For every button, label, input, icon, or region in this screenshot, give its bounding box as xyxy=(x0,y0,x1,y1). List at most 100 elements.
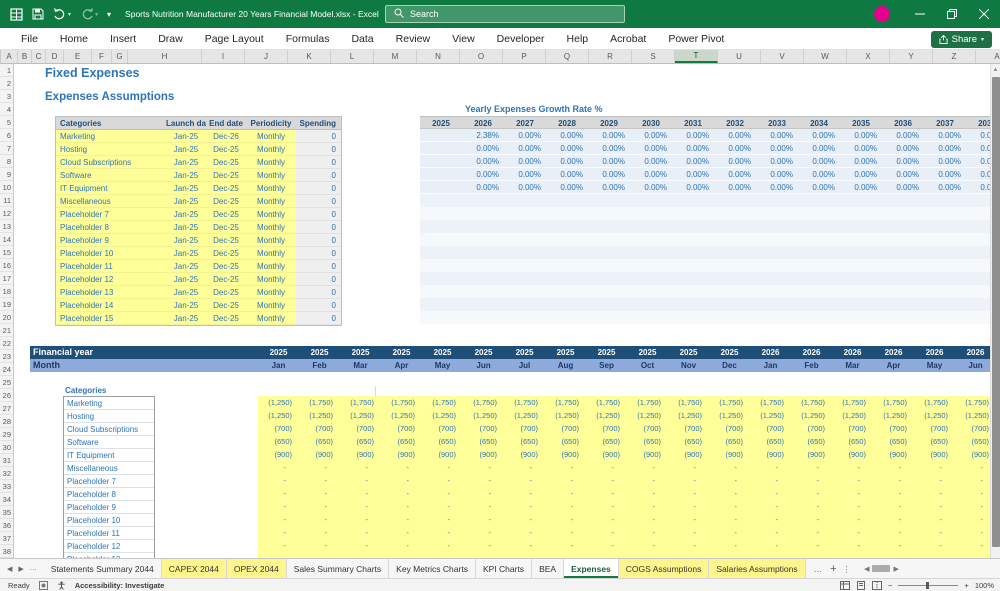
growth-rate-cell[interactable]: 0.00% xyxy=(882,155,924,167)
row-header-17[interactable]: 17 xyxy=(0,272,13,285)
growth-rate-cell[interactable]: 0.00% xyxy=(714,181,756,193)
zoom-in-button[interactable]: + xyxy=(964,581,968,590)
growth-year-header[interactable]: 2035 xyxy=(840,117,882,128)
row-header-29[interactable]: 29 xyxy=(0,428,13,441)
row-header-33[interactable]: 33 xyxy=(0,480,13,493)
sheet-tab-salaries-assumptions[interactable]: Salaries Assumptions xyxy=(709,559,806,578)
column-header-A-26[interactable]: A xyxy=(976,50,1000,63)
row-header-18[interactable]: 18 xyxy=(0,285,13,298)
growth-rate-cell[interactable]: 0.00% xyxy=(924,129,966,141)
monthly-category-cell[interactable]: Cloud Subscriptions xyxy=(64,423,154,436)
monthly-value-cell[interactable]: - xyxy=(381,500,422,513)
ribbon-tab-acrobat[interactable]: Acrobat xyxy=(599,28,657,50)
row-header-7[interactable]: 7 xyxy=(0,142,13,155)
month-cell[interactable]: Oct xyxy=(627,359,668,372)
month-cell[interactable]: Jun xyxy=(955,359,990,372)
growth-rate-cell[interactable]: 0.00% xyxy=(756,181,798,193)
monthly-value-cell[interactable]: (650) xyxy=(381,435,422,448)
monthly-value-cell[interactable]: (1,250) xyxy=(750,409,791,422)
ribbon-tab-view[interactable]: View xyxy=(441,28,486,50)
monthly-value-cell[interactable]: (700) xyxy=(709,422,750,435)
assumptions-category-cell[interactable]: Placeholder 7 xyxy=(56,208,166,221)
growth-empty-row[interactable] xyxy=(420,220,990,233)
assumptions-spending-cell[interactable]: 0 xyxy=(296,169,341,182)
redo-icon[interactable]: ▾ xyxy=(80,6,98,22)
section-title[interactable]: Expenses Assumptions xyxy=(45,91,174,103)
monthly-value-cell[interactable]: - xyxy=(791,474,832,487)
restore-button[interactable] xyxy=(936,0,968,28)
fy-year-cell[interactable]: 2025 xyxy=(258,346,299,359)
ribbon-tab-formulas[interactable]: Formulas xyxy=(275,28,341,50)
column-header-O-14[interactable]: O xyxy=(460,50,503,63)
growth-year-header[interactable]: 2031 xyxy=(672,117,714,128)
monthly-value-cell[interactable]: - xyxy=(463,500,504,513)
growth-year-header[interactable]: 2036 xyxy=(882,117,924,128)
monthly-value-cell[interactable]: - xyxy=(504,500,545,513)
horizontal-scrollbar-thumb[interactable] xyxy=(872,565,891,572)
row-header-22[interactable]: 22 xyxy=(0,337,13,350)
assumptions-category-cell[interactable]: Placeholder 14 xyxy=(56,299,166,312)
monthly-value-cell[interactable]: (1,250) xyxy=(340,409,381,422)
monthly-value-cell[interactable]: (900) xyxy=(791,448,832,461)
column-header-W-22[interactable]: W xyxy=(804,50,847,63)
row-header-25[interactable]: 25 xyxy=(0,376,13,389)
growth-rate-cell[interactable]: 0.00% xyxy=(966,155,990,167)
monthly-value-cell[interactable]: (650) xyxy=(504,435,545,448)
assumptions-end-cell[interactable]: Dec-25 xyxy=(206,221,246,234)
monthly-value-cell[interactable]: (650) xyxy=(914,435,955,448)
monthly-value-cell[interactable]: - xyxy=(545,513,586,526)
monthly-value-cell[interactable]: - xyxy=(832,500,873,513)
monthly-value-cell[interactable]: (900) xyxy=(914,448,955,461)
monthly-value-cell[interactable]: - xyxy=(832,539,873,552)
monthly-value-cell[interactable]: - xyxy=(791,461,832,474)
column-header-C-2[interactable]: C xyxy=(32,50,46,63)
fy-year-cell[interactable]: 2025 xyxy=(504,346,545,359)
monthly-value-cell[interactable]: (650) xyxy=(340,435,381,448)
new-sheet-button[interactable]: + xyxy=(830,563,836,575)
monthly-value-cell[interactable]: - xyxy=(668,461,709,474)
monthly-category-cell[interactable]: Placeholder 8 xyxy=(64,488,154,501)
monthly-value-cell[interactable]: - xyxy=(463,474,504,487)
growth-year-header[interactable]: 2029 xyxy=(588,117,630,128)
zoom-out-button[interactable]: − xyxy=(888,581,892,590)
ribbon-tab-review[interactable]: Review xyxy=(385,28,441,50)
undo-icon[interactable]: ▾ xyxy=(53,6,71,22)
row-header-35[interactable]: 35 xyxy=(0,506,13,519)
user-avatar[interactable] xyxy=(874,6,890,22)
growth-rate-cell[interactable]: 0.00% xyxy=(714,168,756,180)
monthly-value-cell[interactable]: - xyxy=(750,513,791,526)
row-header-15[interactable]: 15 xyxy=(0,246,13,259)
growth-year-header[interactable]: 2037 xyxy=(924,117,966,128)
monthly-value-cell[interactable]: (650) xyxy=(463,435,504,448)
monthly-value-cell[interactable]: - xyxy=(627,461,668,474)
growth-year-header[interactable]: 2027 xyxy=(504,117,546,128)
fy-year-cell[interactable]: 2026 xyxy=(873,346,914,359)
monthly-value-cell[interactable]: - xyxy=(873,474,914,487)
monthly-value-cell[interactable]: (900) xyxy=(873,448,914,461)
monthly-category-cell[interactable]: Placeholder 10 xyxy=(64,514,154,527)
monthly-value-cell[interactable]: - xyxy=(340,513,381,526)
column-header-H-7[interactable]: H xyxy=(128,50,202,63)
sheet-nav-left-icon[interactable]: ◀ xyxy=(7,565,12,573)
column-header-E-4[interactable]: E xyxy=(64,50,92,63)
ribbon-tab-file[interactable]: File xyxy=(10,28,49,50)
monthly-value-cell[interactable]: - xyxy=(545,500,586,513)
monthly-value-cell[interactable]: - xyxy=(627,539,668,552)
fy-year-cell[interactable]: 2026 xyxy=(791,346,832,359)
assumptions-periodicity-cell[interactable]: Monthly xyxy=(246,286,296,299)
fy-year-cell[interactable]: 2025 xyxy=(299,346,340,359)
assumptions-periodicity-cell[interactable]: Monthly xyxy=(246,260,296,273)
assumptions-end-cell[interactable]: Dec-25 xyxy=(206,260,246,273)
row-header-34[interactable]: 34 xyxy=(0,493,13,506)
monthly-value-cell[interactable]: - xyxy=(873,487,914,500)
assumptions-launch-cell[interactable]: Jan-25 xyxy=(166,234,206,247)
assumptions-category-cell[interactable]: Placeholder 8 xyxy=(56,221,166,234)
assumptions-category-cell[interactable]: Miscellaneous xyxy=(56,195,166,208)
monthly-value-cell[interactable]: - xyxy=(586,474,627,487)
monthly-value-cell[interactable]: (1,250) xyxy=(914,409,955,422)
growth-rate-cell[interactable]: 0.00% xyxy=(714,129,756,141)
monthly-value-cell[interactable]: (650) xyxy=(586,435,627,448)
assumptions-category-cell[interactable]: Cloud Subscriptions xyxy=(56,156,166,169)
monthly-value-cell[interactable]: - xyxy=(709,513,750,526)
growth-rate-cell[interactable]: 0.00% xyxy=(756,168,798,180)
